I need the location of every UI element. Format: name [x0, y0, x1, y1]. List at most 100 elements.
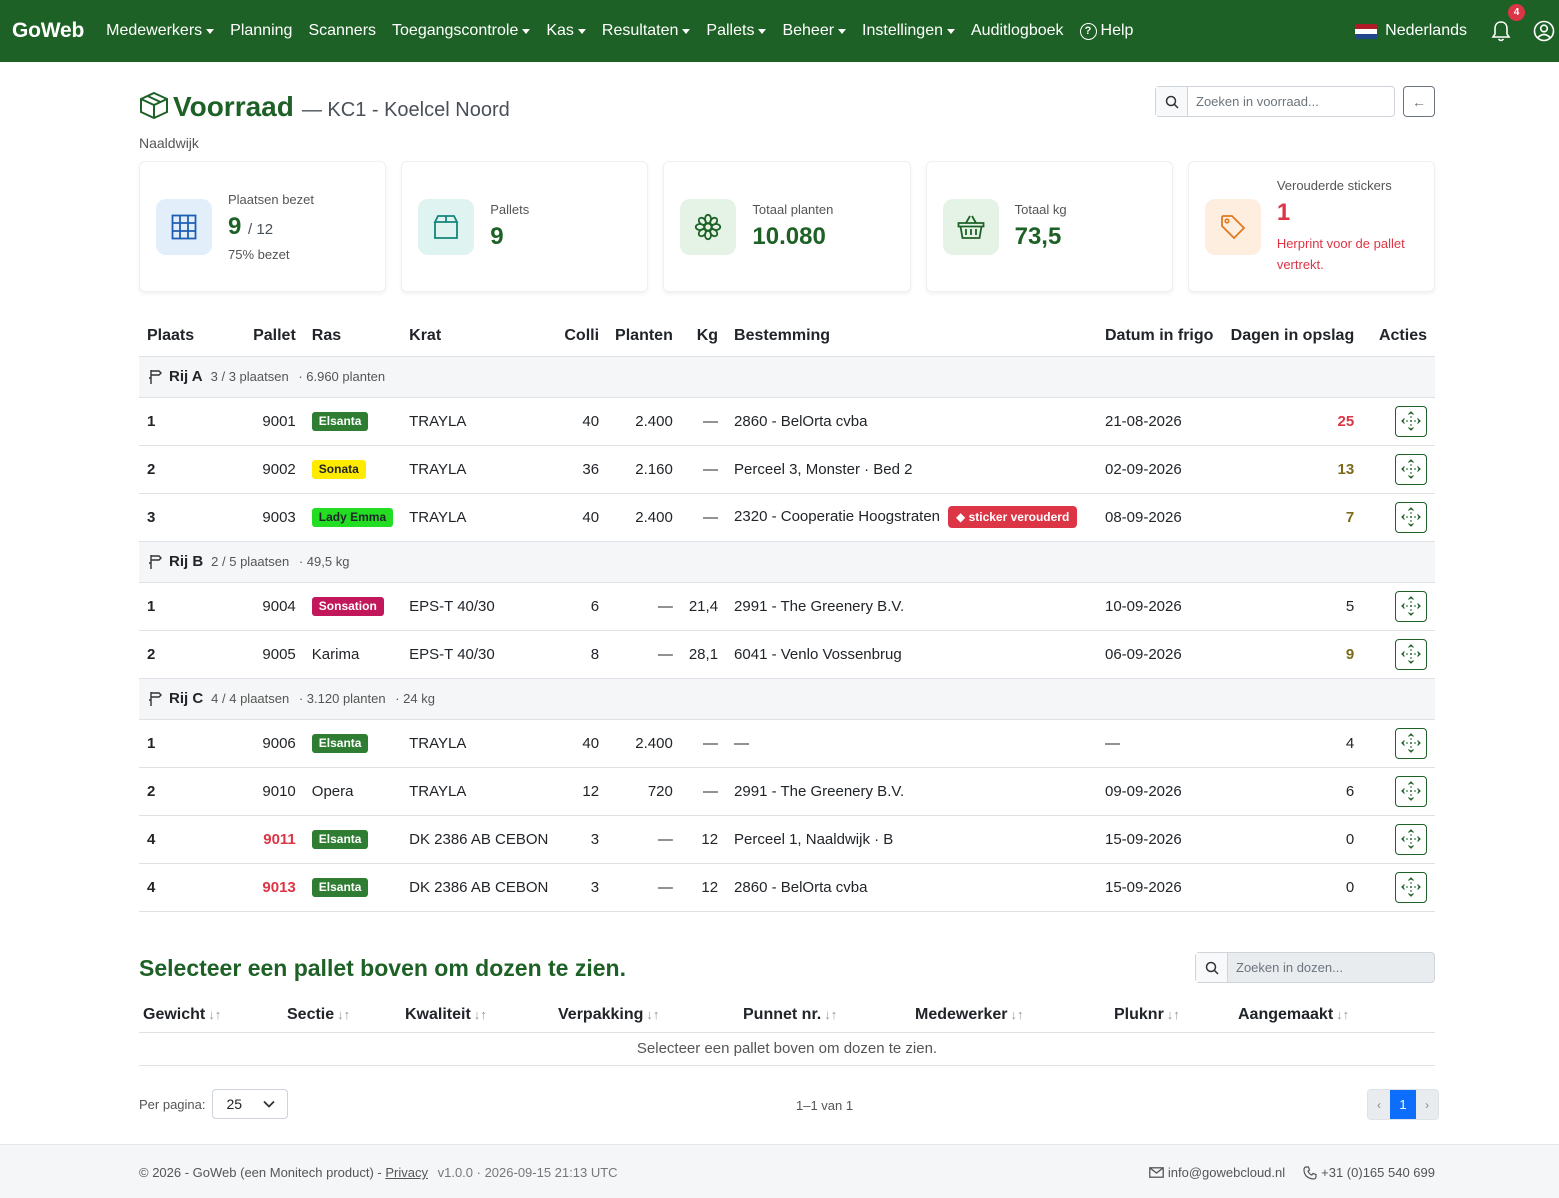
- move-pallet-button[interactable]: [1395, 453, 1427, 485]
- nav-item-label: Medewerkers: [106, 22, 203, 39]
- cell-krat: DK 2386 AB CEBON: [401, 863, 557, 912]
- ras-badge: Elsanta: [311, 877, 369, 897]
- back-button[interactable]: ←: [1403, 86, 1435, 117]
- cell-colli: 40: [556, 493, 608, 542]
- sticker-badge-label: sticker verouderd: [968, 510, 1070, 524]
- nav-item-kas[interactable]: Kas: [546, 22, 586, 40]
- cell-pallet: 9013: [227, 863, 304, 912]
- table-row[interactable]: 2 9005 Karima EPS-T 40/30 8—28,1 6041 - Venlo…: [139, 630, 1435, 679]
- table-row[interactable]: 1 9006 Elsanta TRAYLA 40 2.400— — —4: [139, 719, 1435, 768]
- column-label: Sectie: [287, 1005, 335, 1023]
- nav-menu: Medewerkers Planning Scanners Toegangscontr…: [106, 22, 1149, 40]
- table-row[interactable]: 3 9003 Lady Emma TRAYLA 40 2.400— 2320 - Coope…: [139, 493, 1435, 542]
- footer-copyright: © 2026 - GoWeb (een Monitech product) -: [139, 1165, 382, 1180]
- footer-email[interactable]: info@gowebcloud.nl: [1149, 1165, 1285, 1180]
- cell-colli: 3: [556, 863, 608, 912]
- footer-version: v1.0.0 · 2026-09-15 21:13 UTC: [437, 1165, 618, 1180]
- col-kwaliteit[interactable]: Kwaliteit ↓↑: [401, 998, 554, 1033]
- cell-bestemming: —: [734, 734, 750, 752]
- col-pluknr[interactable]: Pluknr ↓↑: [1110, 998, 1234, 1033]
- nav-item-beheer[interactable]: Beheer: [782, 22, 847, 40]
- table-row[interactable]: 2 9010 Opera TRAYLA 12 720— 2991 - The Greener…: [139, 767, 1435, 816]
- col-place: Plaats: [139, 317, 228, 357]
- move-pallet-button[interactable]: [1395, 775, 1427, 807]
- cell-ras: Opera: [303, 767, 402, 816]
- nav-item-help[interactable]: ? Help: [1079, 22, 1133, 40]
- boxes-table: Gewicht ↓↑ Sectie ↓↑ Kwaliteit ↓↑ Verpakking ↓↑…: [139, 998, 1435, 1066]
- move-pallet-button[interactable]: [1395, 638, 1427, 670]
- cell-krat: EPS-T 40/30: [401, 630, 557, 679]
- stat-stickers-value: 1: [1276, 199, 1291, 226]
- stock-search[interactable]: Zoeken in voorraad...: [1155, 86, 1395, 117]
- table-row[interactable]: 2 9002 Sonata TRAYLA 36 2.160— Perceel 3, Mons…: [139, 445, 1435, 494]
- caret-down-icon: [522, 28, 531, 34]
- stat-card-plants: Totaal planten 10.080: [663, 161, 911, 292]
- arrow-left-icon: ←: [1412, 93, 1426, 110]
- cell-krat: TRAYLA: [401, 767, 557, 816]
- col-sectie[interactable]: Sectie ↓↑: [283, 998, 401, 1033]
- col-punnet-nr[interactable]: Punnet nr. ↓↑: [739, 998, 911, 1033]
- table-row[interactable]: 4 9013 Elsanta DK 2386 AB CEBON 3—12 2860 - B…: [139, 863, 1435, 912]
- table-row[interactable]: 1 9004 Sonsation EPS-T 40/30 6—21,4 2991 - Th…: [139, 582, 1435, 631]
- notification-count-badge: 4: [1508, 4, 1525, 21]
- group-row: Rij B 2 / 5 plaatsen · 49,5 kg: [139, 541, 1435, 583]
- cell-planten: 2.160: [607, 445, 681, 494]
- nav-item-toegangscontrole[interactable]: Toegangscontrole: [392, 22, 531, 40]
- move-pallet-button[interactable]: [1395, 405, 1427, 437]
- netherlands-flag-icon: [1355, 23, 1378, 39]
- footer-phone[interactable]: +31 (0)165 540 699: [1303, 1165, 1435, 1180]
- nav-item-resultaten[interactable]: Resultaten: [602, 22, 691, 40]
- col-planten: Planten: [607, 317, 681, 357]
- move-pallet-button[interactable]: [1395, 590, 1427, 622]
- chevron-down-icon: [262, 1100, 275, 1108]
- move-pallet-button[interactable]: [1395, 501, 1427, 533]
- nav-item-pallets[interactable]: Pallets: [706, 22, 767, 40]
- move-pallet-button[interactable]: [1395, 823, 1427, 855]
- language-selector[interactable]: Nederlands: [1355, 22, 1467, 40]
- move-pallet-button[interactable]: [1395, 871, 1427, 903]
- move-pallet-button[interactable]: [1395, 727, 1427, 759]
- cell-planten: —: [607, 582, 681, 631]
- prev-page-button[interactable]: ‹: [1368, 1090, 1390, 1119]
- cell-colli: 36: [556, 445, 608, 494]
- table-row[interactable]: 1 9001 Elsanta TRAYLA 40 2.400— 2860 - BelOrta…: [139, 397, 1435, 446]
- stat-places-total: / 12: [248, 220, 274, 238]
- cell-place: 2: [139, 767, 228, 816]
- cell-krat: TRAYLA: [401, 445, 557, 494]
- sort-icon: ↓↑: [1336, 1006, 1350, 1022]
- move-icon: [1399, 643, 1423, 665]
- table-row[interactable]: 4 9011 Elsanta DK 2386 AB CEBON 3—12 Perceel …: [139, 815, 1435, 864]
- user-avatar-icon[interactable]: [1533, 20, 1555, 42]
- notifications-button[interactable]: 4: [1491, 4, 1525, 42]
- nav-item-planning[interactable]: Planning: [230, 22, 292, 40]
- tag-icon: ◆: [956, 510, 969, 524]
- pagination: ‹ 1 ›: [1367, 1089, 1439, 1120]
- nav-item-instellingen[interactable]: Instellingen: [862, 22, 955, 40]
- bell-icon: [1491, 21, 1511, 42]
- brand-logo[interactable]: GoWeb: [12, 19, 84, 43]
- cell-bestemming: 2991 - The Greenery B.V.: [734, 597, 905, 615]
- next-page-button[interactable]: ›: [1416, 1090, 1438, 1119]
- col-medewerker[interactable]: Medewerker ↓↑: [911, 998, 1110, 1033]
- footer-phone-text: +31 (0)165 540 699: [1321, 1165, 1435, 1180]
- page-1-button[interactable]: 1: [1390, 1090, 1416, 1119]
- col-verpakking[interactable]: Verpakking ↓↑: [554, 998, 739, 1033]
- signpost-icon: [147, 691, 163, 707]
- col-acties: Acties: [1362, 317, 1435, 357]
- nav-item-auditlogboek[interactable]: Auditlogboek: [971, 22, 1064, 40]
- col-aangemaakt[interactable]: Aangemaakt ↓↑: [1234, 998, 1435, 1033]
- stock-search-input[interactable]: Zoeken in voorraad...: [1188, 94, 1319, 109]
- stats-cards: Plaatsen bezet 9 / 12 75% bezet Pallets …: [139, 161, 1436, 292]
- group-name: Rij A: [169, 367, 203, 385]
- col-gewicht[interactable]: Gewicht ↓↑: [139, 998, 283, 1033]
- privacy-link[interactable]: Privacy: [385, 1165, 428, 1180]
- col-kg: Kg: [680, 317, 727, 357]
- nav-item-medewerkers[interactable]: Medewerkers: [106, 22, 215, 40]
- group-name: Rij B: [169, 552, 204, 570]
- boxes-search-input[interactable]: Zoeken in dozen...: [1228, 960, 1343, 975]
- cell-pallet: 9010: [227, 767, 304, 816]
- nav-item-scanners[interactable]: Scanners: [308, 22, 376, 40]
- per-page-select[interactable]: 25: [211, 1089, 288, 1119]
- boxes-search[interactable]: Zoeken in dozen...: [1195, 952, 1435, 983]
- cell-pallet: 9005: [227, 630, 304, 679]
